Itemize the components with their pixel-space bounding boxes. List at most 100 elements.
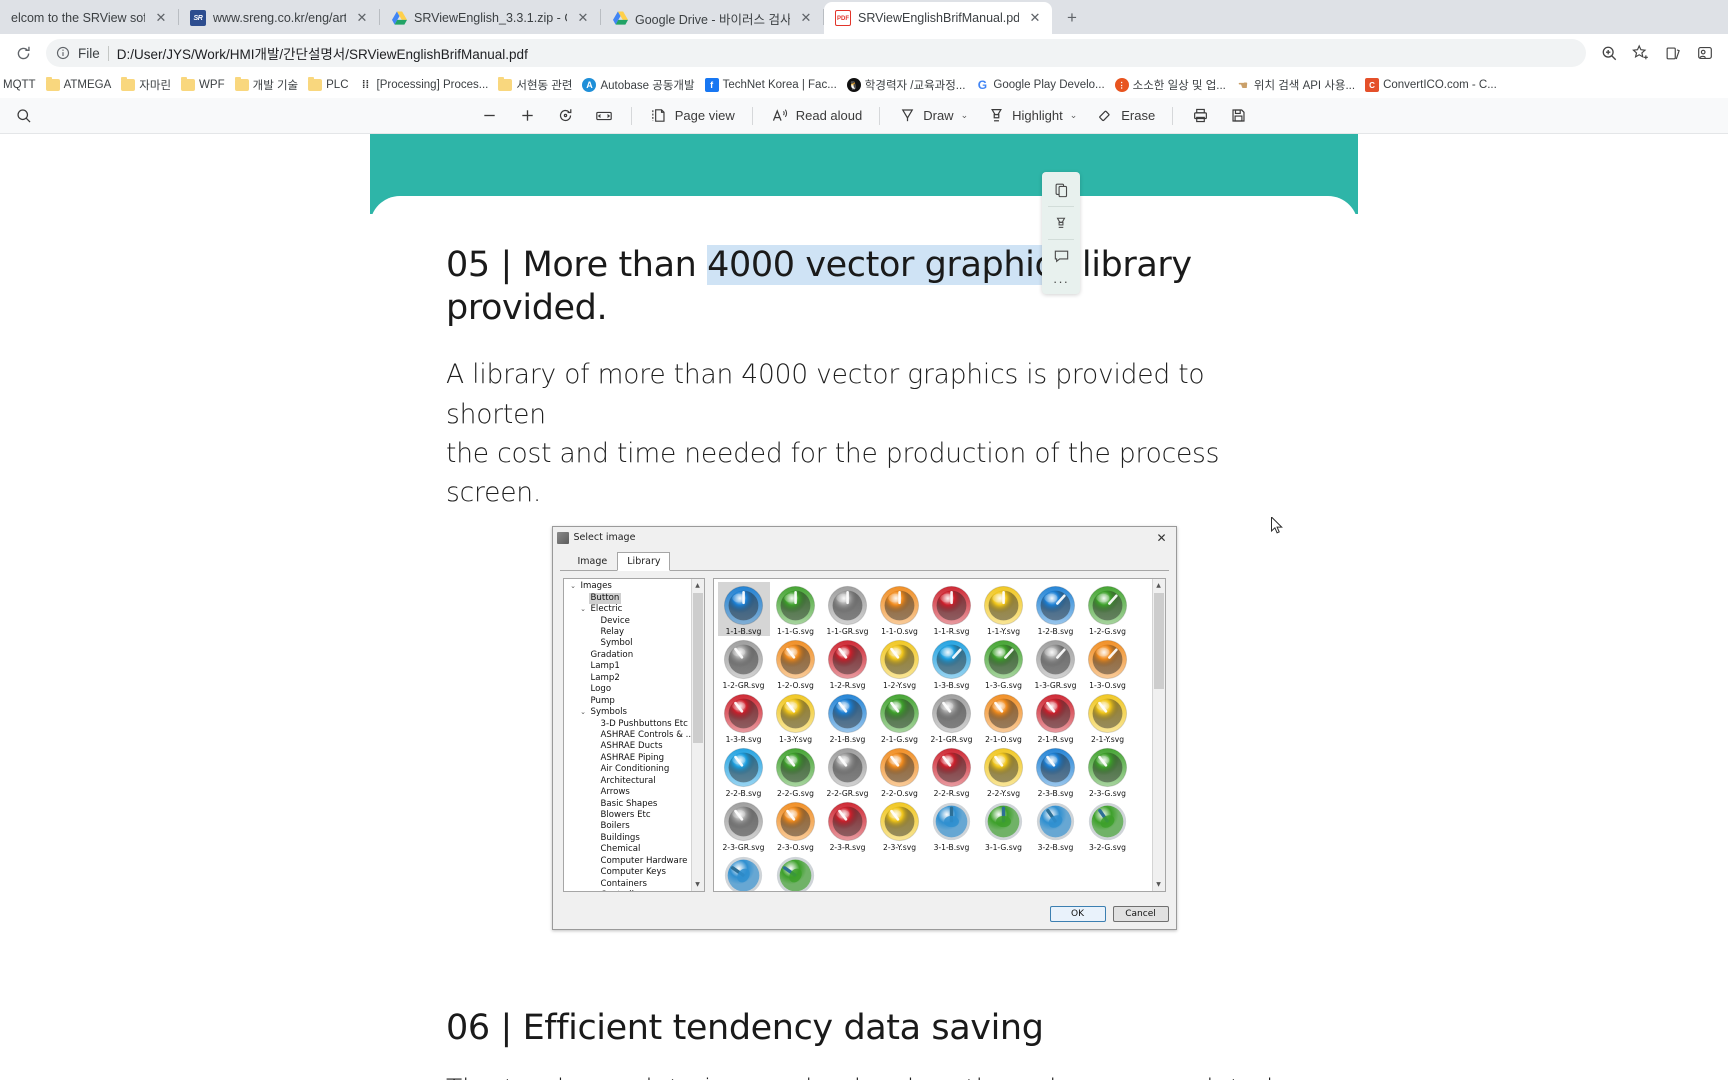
image-grid-item[interactable]: 1-2-GR.svg	[718, 636, 770, 690]
image-grid-item[interactable]: 1-3-B.svg	[926, 636, 978, 690]
comment-icon[interactable]	[1046, 242, 1076, 270]
tree-scrollbar[interactable]: ▲ ▼	[690, 579, 704, 892]
image-grid-item[interactable]: 3-3-G.svg	[770, 852, 822, 892]
zoom-out-button[interactable]	[472, 102, 508, 130]
bookmark-item[interactable]: f TechNet Korea | Fac...	[700, 76, 842, 94]
image-grid-item[interactable]: 2-3-GR.svg	[718, 798, 770, 852]
image-grid-item[interactable]: 1-1-R.svg	[926, 582, 978, 636]
image-grid-item[interactable]: 2-1-GR.svg	[926, 690, 978, 744]
image-grid-item[interactable]: 2-1-G.svg	[874, 690, 926, 744]
image-grid-item[interactable]: 3-2-B.svg	[1030, 798, 1082, 852]
bookmark-item[interactable]: ☚ 위치 검색 API 사용...	[1231, 75, 1360, 95]
tree-item[interactable]: Boilers	[568, 821, 691, 832]
rotate-button[interactable]	[548, 102, 584, 130]
chevron-down-icon[interactable]: ⌄	[578, 604, 589, 615]
image-grid-item[interactable]: 1-3-Y.svg	[770, 690, 822, 744]
browser-tab[interactable]: elcom to the SRView software ✕	[0, 2, 178, 34]
chevron-down-icon[interactable]: ⌄	[578, 707, 589, 718]
image-grid-item[interactable]: 1-3-R.svg	[718, 690, 770, 744]
image-grid-item[interactable]: 2-3-O.svg	[770, 798, 822, 852]
image-grid-item[interactable]: 2-3-G.svg	[1082, 744, 1134, 798]
tab-close-icon[interactable]: ✕	[797, 9, 815, 27]
tree-item[interactable]: ASHRAE Controls & ...	[568, 730, 691, 741]
image-grid-item[interactable]: 1-1-G.svg	[770, 582, 822, 636]
pdf-document-view[interactable]: 05 | More than 4000 vector graphics libr…	[0, 134, 1728, 1080]
tree-item[interactable]: ⌄ Images	[568, 581, 691, 592]
grid-scrollbar[interactable]: ▲ ▼	[1151, 579, 1165, 892]
image-grid-item[interactable]: 2-2-B.svg	[718, 744, 770, 798]
scroll-down-icon[interactable]: ▼	[691, 878, 704, 892]
copy-icon[interactable]	[1046, 176, 1076, 204]
zoom-in-button[interactable]	[510, 102, 546, 130]
search-button[interactable]	[10, 102, 38, 130]
bookmark-item[interactable]: A Autobase 공동개발	[577, 75, 699, 95]
tab-close-icon[interactable]: ✕	[353, 9, 371, 27]
scrollbar-thumb[interactable]	[1153, 593, 1164, 690]
image-grid-item[interactable]: 2-3-Y.svg	[874, 798, 926, 852]
image-grid-item[interactable]: 1-1-GR.svg	[822, 582, 874, 636]
image-grid-item[interactable]: 2-2-GR.svg	[822, 744, 874, 798]
tree-item[interactable]: Logo	[568, 684, 691, 695]
bookmark-item[interactable]: MQTT	[0, 77, 41, 93]
image-grid-item[interactable]: 3-2-G.svg	[1082, 798, 1134, 852]
tree-item[interactable]: Containers	[568, 879, 691, 890]
bookmark-item[interactable]: WPF	[176, 77, 230, 93]
image-grid-item[interactable]: 2-2-O.svg	[874, 744, 926, 798]
category-tree[interactable]: ⌄ Images Button ⌄ Electric Device Relay Symbol G…	[562, 578, 705, 893]
browser-tab[interactable]: Google Drive - 바이러스 검사 경 ✕	[601, 2, 823, 34]
cancel-button[interactable]: Cancel	[1112, 906, 1169, 923]
bookmark-item[interactable]: ⋮ 소소한 일상 및 업...	[1110, 75, 1231, 95]
bookmark-item[interactable]: ATMEGA	[41, 77, 117, 93]
tab-image[interactable]: Image	[568, 552, 618, 571]
image-grid-item[interactable]: 1-2-G.svg	[1082, 582, 1134, 636]
tab-close-icon[interactable]: ✕	[1026, 9, 1044, 27]
browser-tab[interactable]: SR www.sreng.co.kr/eng/artyboard/ ✕	[179, 2, 379, 34]
chevron-down-icon[interactable]: ⌄	[960, 110, 969, 121]
fit-width-button[interactable]	[586, 102, 622, 130]
bookmark-item[interactable]: C ConvertICO.com - C...	[1360, 76, 1502, 94]
image-grid-item[interactable]: 1-3-O.svg	[1082, 636, 1134, 690]
tree-item[interactable]: Basic Shapes	[568, 799, 691, 810]
profile-icon[interactable]	[1690, 38, 1720, 68]
tree-item[interactable]: Lamp2	[568, 673, 691, 684]
tab-close-icon[interactable]: ✕	[152, 9, 170, 27]
scrollbar-thumb[interactable]	[692, 593, 703, 744]
tree-item[interactable]: ⌄ Symbols	[568, 707, 691, 718]
image-grid-item[interactable]: 1-1-B.svg	[717, 582, 770, 637]
info-icon[interactable]	[56, 46, 70, 60]
collections-icon[interactable]	[1658, 38, 1688, 68]
image-grid-item[interactable]: 2-2-Y.svg	[978, 744, 1030, 798]
tree-item[interactable]: Relay	[568, 627, 691, 638]
scroll-down-icon[interactable]: ▼	[1152, 878, 1165, 892]
image-grid-item[interactable]: 2-1-R.svg	[1030, 690, 1082, 744]
image-grid-item[interactable]: 1-2-O.svg	[770, 636, 822, 690]
image-grid-item[interactable]: 3-1-G.svg	[978, 798, 1030, 852]
reload-icon[interactable]	[8, 38, 38, 68]
tree-item[interactable]: Chemical	[568, 844, 691, 855]
address-bar[interactable]: File D:/User/JYS/Work/HMI개발/간단설명서/SRView…	[46, 39, 1586, 67]
image-grid-item[interactable]: 3-1-B.svg	[926, 798, 978, 852]
image-grid-item[interactable]: 1-1-O.svg	[874, 582, 926, 636]
more-options-icon[interactable]: ···	[1046, 272, 1076, 290]
tree-item[interactable]: ASHRAE Piping	[568, 753, 691, 764]
ok-button[interactable]: OK	[1049, 906, 1106, 923]
bookmark-item[interactable]: PLC	[303, 77, 353, 93]
image-grid-item[interactable]: 2-2-G.svg	[770, 744, 822, 798]
tree-item[interactable]: Architectural	[568, 776, 691, 787]
erase-button[interactable]: Erase	[1087, 102, 1163, 130]
image-grid-item[interactable]: 1-2-R.svg	[822, 636, 874, 690]
image-grid-item[interactable]: 1-1-Y.svg	[978, 582, 1030, 636]
tree-item[interactable]: Computer Hardware	[568, 856, 691, 867]
draw-button[interactable]: Draw ⌄	[889, 102, 976, 130]
image-grid-item[interactable]: 2-1-O.svg	[978, 690, 1030, 744]
read-aloud-button[interactable]: Read aloud	[762, 102, 871, 130]
image-grid-item[interactable]: 1-2-Y.svg	[874, 636, 926, 690]
tree-item[interactable]: ASHRAE Ducts	[568, 741, 691, 752]
new-tab-button[interactable]: +	[1058, 4, 1086, 32]
scroll-up-icon[interactable]: ▲	[1152, 579, 1165, 593]
image-grid-item[interactable]: 1-3-G.svg	[978, 636, 1030, 690]
image-grid-item[interactable]: 1-3-GR.svg	[1030, 636, 1082, 690]
image-grid-item[interactable]: 2-3-B.svg	[1030, 744, 1082, 798]
tree-item[interactable]: ⌄ Electric	[568, 604, 691, 615]
tree-item[interactable]: Computer Keys	[568, 867, 691, 878]
